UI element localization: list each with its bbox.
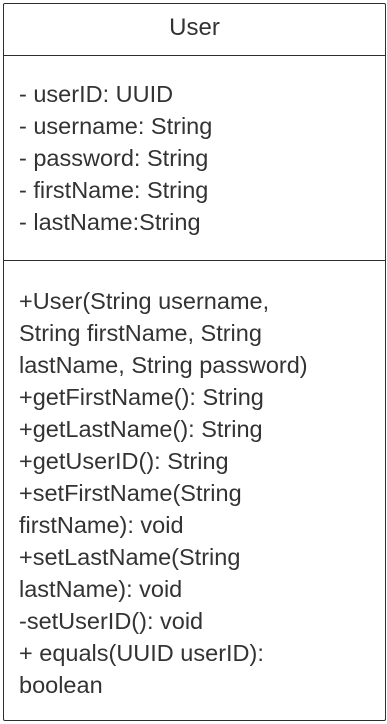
method-constructor-line-2: String firstName, String — [19, 320, 262, 346]
method-set-last-name-line-2: lastName): void — [19, 576, 183, 602]
methods-section: +User(String username, String firstName,… — [4, 261, 385, 701]
method-get-first-name: +getFirstName(): String — [19, 384, 264, 410]
method-constructor-line-1: +User(String username, — [19, 288, 270, 314]
method-set-last-name-line-1: +setLastName(String — [19, 544, 241, 570]
attributes-section: - userID: UUID - username: String - pass… — [4, 56, 385, 261]
attribute-last-name: - lastName:String — [19, 209, 201, 235]
method-get-user-id: +getUserID(): String — [19, 448, 229, 474]
method-set-first-name-line-1: +setFirstName(String — [19, 480, 242, 506]
method-constructor-line-3: lastName, String password) — [19, 352, 308, 378]
method-equals-line-1: + equals(UUID userID): — [19, 640, 264, 666]
method-get-last-name: +getLastName(): String — [19, 416, 263, 442]
method-equals-line-2: boolean — [19, 672, 103, 698]
attribute-user-id: - userID: UUID — [19, 81, 174, 107]
class-name: User — [4, 4, 385, 56]
uml-class-box: User - userID: UUID - username: String -… — [3, 3, 386, 721]
method-set-user-id: -setUserID(): void — [19, 608, 204, 634]
attribute-username: - username: String — [19, 113, 213, 139]
attribute-first-name: - firstName: String — [19, 177, 209, 203]
attribute-password: - password: String — [19, 145, 209, 171]
method-set-first-name-line-2: firstName): void — [19, 512, 184, 538]
